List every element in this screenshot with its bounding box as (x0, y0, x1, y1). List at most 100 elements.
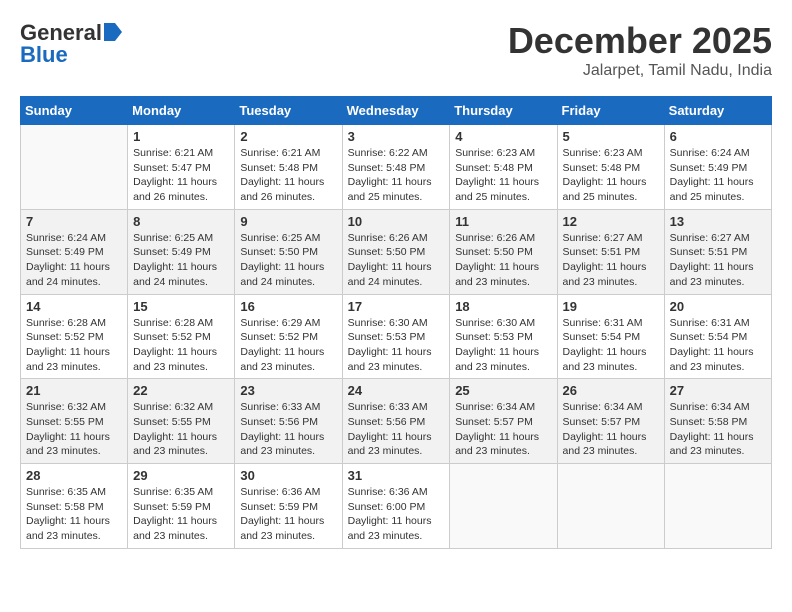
day-info: Sunrise: 6:32 AMSunset: 5:55 PMDaylight:… (133, 400, 229, 459)
calendar-cell: 23 Sunrise: 6:33 AMSunset: 5:56 PMDayligh… (235, 379, 342, 464)
day-info: Sunrise: 6:27 AMSunset: 5:51 PMDaylight:… (670, 231, 766, 290)
weekday-header-tuesday: Tuesday (235, 97, 342, 125)
day-number: 17 (348, 299, 445, 314)
calendar-cell: 2 Sunrise: 6:21 AMSunset: 5:48 PMDaylight… (235, 125, 342, 210)
day-number: 2 (240, 129, 336, 144)
calendar-cell: 27 Sunrise: 6:34 AMSunset: 5:58 PMDayligh… (664, 379, 771, 464)
day-info: Sunrise: 6:25 AMSunset: 5:49 PMDaylight:… (133, 231, 229, 290)
calendar-week-row: 28Sunrise: 6:35 AMSunset: 5:58 PMDayligh… (21, 464, 772, 549)
day-number: 3 (348, 129, 445, 144)
day-number: 9 (240, 214, 336, 229)
day-number: 16 (240, 299, 336, 314)
calendar-cell: 31 Sunrise: 6:36 AMSunset: 6:00 PMDayligh… (342, 464, 450, 549)
weekday-header-thursday: Thursday (450, 97, 557, 125)
day-number: 18 (455, 299, 551, 314)
calendar-cell: 22 Sunrise: 6:32 AMSunset: 5:55 PMDayligh… (128, 379, 235, 464)
day-info: Sunrise: 6:27 AMSunset: 5:51 PMDaylight:… (563, 231, 659, 290)
day-number: 13 (670, 214, 766, 229)
calendar: SundayMondayTuesdayWednesdayThursdayFrid… (20, 96, 772, 549)
calendar-cell: 20Sunrise: 6:31 AMSunset: 5:54 PMDayligh… (664, 294, 771, 379)
calendar-cell: 16 Sunrise: 6:29 AMSunset: 5:52 PMDayligh… (235, 294, 342, 379)
day-number: 30 (240, 468, 336, 483)
day-number: 7 (26, 214, 122, 229)
calendar-cell: 21Sunrise: 6:32 AMSunset: 5:55 PMDayligh… (21, 379, 128, 464)
day-number: 11 (455, 214, 551, 229)
day-number: 24 (348, 383, 445, 398)
calendar-cell: 18 Sunrise: 6:30 AMSunset: 5:53 PMDayligh… (450, 294, 557, 379)
calendar-cell: 12 Sunrise: 6:27 AMSunset: 5:51 PMDayligh… (557, 209, 664, 294)
day-info: Sunrise: 6:30 AMSunset: 5:53 PMDaylight:… (455, 316, 551, 375)
header: General Blue December 2025 Jalarpet, Tam… (20, 20, 772, 80)
calendar-cell: 30Sunrise: 6:36 AMSunset: 5:59 PMDayligh… (235, 464, 342, 549)
calendar-cell: 28Sunrise: 6:35 AMSunset: 5:58 PMDayligh… (21, 464, 128, 549)
calendar-cell: 11 Sunrise: 6:26 AMSunset: 5:50 PMDayligh… (450, 209, 557, 294)
calendar-cell: 1Sunrise: 6:21 AMSunset: 5:47 PMDaylight… (128, 125, 235, 210)
day-info: Sunrise: 6:26 AMSunset: 5:50 PMDaylight:… (455, 231, 551, 290)
day-info: Sunrise: 6:35 AMSunset: 5:58 PMDaylight:… (26, 485, 122, 544)
day-info: Sunrise: 6:22 AMSunset: 5:48 PMDaylight:… (348, 146, 445, 205)
calendar-cell (21, 125, 128, 210)
subtitle: Jalarpet, Tamil Nadu, India (508, 62, 772, 80)
calendar-cell: 24Sunrise: 6:33 AMSunset: 5:56 PMDayligh… (342, 379, 450, 464)
calendar-cell: 13 Sunrise: 6:27 AMSunset: 5:51 PMDayligh… (664, 209, 771, 294)
calendar-cell: 19Sunrise: 6:31 AMSunset: 5:54 PMDayligh… (557, 294, 664, 379)
day-number: 14 (26, 299, 122, 314)
logo-icon (104, 23, 122, 41)
day-number: 29 (133, 468, 229, 483)
day-info: Sunrise: 6:32 AMSunset: 5:55 PMDaylight:… (26, 400, 122, 459)
day-number: 26 (563, 383, 659, 398)
calendar-cell: 3 Sunrise: 6:22 AMSunset: 5:48 PMDaylight… (342, 125, 450, 210)
calendar-week-row: 7 Sunrise: 6:24 AMSunset: 5:49 PMDaylight… (21, 209, 772, 294)
day-number: 22 (133, 383, 229, 398)
day-info: Sunrise: 6:25 AMSunset: 5:50 PMDaylight:… (240, 231, 336, 290)
calendar-cell: 17 Sunrise: 6:30 AMSunset: 5:53 PMDayligh… (342, 294, 450, 379)
day-number: 4 (455, 129, 551, 144)
day-info: Sunrise: 6:24 AMSunset: 5:49 PMDaylight:… (670, 146, 766, 205)
day-number: 1 (133, 129, 229, 144)
calendar-cell (664, 464, 771, 549)
day-number: 12 (563, 214, 659, 229)
day-info: Sunrise: 6:29 AMSunset: 5:52 PMDaylight:… (240, 316, 336, 375)
day-number: 27 (670, 383, 766, 398)
logo: General Blue (20, 20, 122, 68)
calendar-cell: 26Sunrise: 6:34 AMSunset: 5:57 PMDayligh… (557, 379, 664, 464)
day-number: 25 (455, 383, 551, 398)
day-info: Sunrise: 6:35 AMSunset: 5:59 PMDaylight:… (133, 485, 229, 544)
calendar-week-row: 21Sunrise: 6:32 AMSunset: 5:55 PMDayligh… (21, 379, 772, 464)
calendar-header-row: SundayMondayTuesdayWednesdayThursdayFrid… (21, 97, 772, 125)
weekday-header-wednesday: Wednesday (342, 97, 450, 125)
calendar-cell: 4Sunrise: 6:23 AMSunset: 5:48 PMDaylight… (450, 125, 557, 210)
calendar-cell: 25 Sunrise: 6:34 AMSunset: 5:57 PMDayligh… (450, 379, 557, 464)
logo-blue: Blue (20, 42, 68, 68)
calendar-week-row: 14Sunrise: 6:28 AMSunset: 5:52 PMDayligh… (21, 294, 772, 379)
day-info: Sunrise: 6:34 AMSunset: 5:58 PMDaylight:… (670, 400, 766, 459)
weekday-header-friday: Friday (557, 97, 664, 125)
calendar-cell: 5 Sunrise: 6:23 AMSunset: 5:48 PMDaylight… (557, 125, 664, 210)
day-info: Sunrise: 6:33 AMSunset: 5:56 PMDaylight:… (240, 400, 336, 459)
day-info: Sunrise: 6:31 AMSunset: 5:54 PMDaylight:… (670, 316, 766, 375)
day-number: 31 (348, 468, 445, 483)
day-info: Sunrise: 6:21 AMSunset: 5:48 PMDaylight:… (240, 146, 336, 205)
day-info: Sunrise: 6:34 AMSunset: 5:57 PMDaylight:… (455, 400, 551, 459)
day-info: Sunrise: 6:23 AMSunset: 5:48 PMDaylight:… (563, 146, 659, 205)
month-title: December 2025 (508, 20, 772, 62)
day-number: 23 (240, 383, 336, 398)
calendar-cell: 15Sunrise: 6:28 AMSunset: 5:52 PMDayligh… (128, 294, 235, 379)
calendar-cell (557, 464, 664, 549)
day-number: 10 (348, 214, 445, 229)
calendar-cell: 6Sunrise: 6:24 AMSunset: 5:49 PMDaylight… (664, 125, 771, 210)
day-info: Sunrise: 6:31 AMSunset: 5:54 PMDaylight:… (563, 316, 659, 375)
weekday-header-saturday: Saturday (664, 97, 771, 125)
day-number: 8 (133, 214, 229, 229)
calendar-cell: 7 Sunrise: 6:24 AMSunset: 5:49 PMDaylight… (21, 209, 128, 294)
title-area: December 2025 Jalarpet, Tamil Nadu, Indi… (508, 20, 772, 80)
day-info: Sunrise: 6:30 AMSunset: 5:53 PMDaylight:… (348, 316, 445, 375)
day-info: Sunrise: 6:36 AMSunset: 6:00 PMDaylight:… (348, 485, 445, 544)
calendar-week-row: 1Sunrise: 6:21 AMSunset: 5:47 PMDaylight… (21, 125, 772, 210)
day-number: 5 (563, 129, 659, 144)
day-info: Sunrise: 6:24 AMSunset: 5:49 PMDaylight:… (26, 231, 122, 290)
day-info: Sunrise: 6:26 AMSunset: 5:50 PMDaylight:… (348, 231, 445, 290)
weekday-header-monday: Monday (128, 97, 235, 125)
calendar-cell (450, 464, 557, 549)
calendar-cell: 14Sunrise: 6:28 AMSunset: 5:52 PMDayligh… (21, 294, 128, 379)
